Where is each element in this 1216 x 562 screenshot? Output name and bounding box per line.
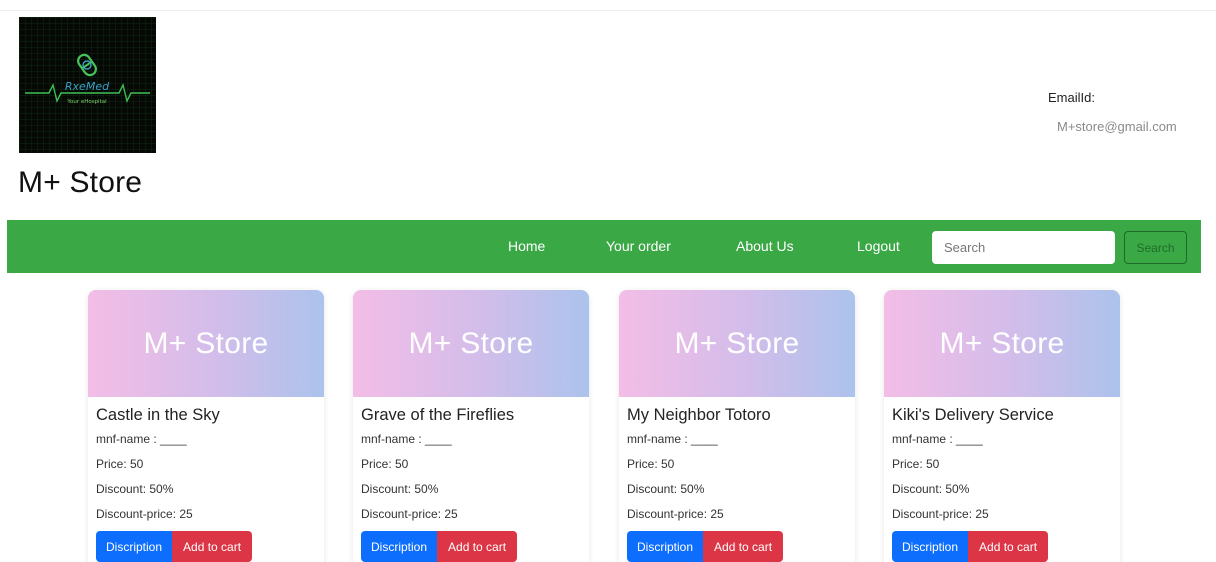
product-card: M+ Store Kiki's Delivery Service mnf-nam…: [884, 290, 1120, 562]
add-to-cart-button[interactable]: Add to cart: [703, 531, 784, 562]
card-actions: Discription Add to cart: [627, 531, 847, 562]
email-value: M+store@gmail.com: [1057, 119, 1177, 134]
card-actions: Discription Add to cart: [361, 531, 581, 562]
card-mnf-name: mnf-name : ____: [96, 432, 187, 446]
rxemed-logo: RxeMed Your eHospital: [19, 17, 156, 153]
main-navbar: Home Your order About Us Logout Search: [7, 220, 1201, 273]
card-banner: M+ Store: [88, 290, 324, 397]
card-banner: M+ Store: [884, 290, 1120, 397]
product-card: M+ Store Grave of the Fireflies mnf-name…: [353, 290, 589, 562]
product-card: M+ Store Castle in the Sky mnf-name : __…: [88, 290, 324, 562]
description-button[interactable]: Discription: [627, 531, 704, 562]
search-input[interactable]: [932, 231, 1115, 264]
card-discount-price: Discount-price: 25: [627, 507, 724, 521]
card-actions: Discription Add to cart: [892, 531, 1112, 562]
card-banner: M+ Store: [353, 290, 589, 397]
card-mnf-name: mnf-name : ____: [361, 432, 452, 446]
add-to-cart-button[interactable]: Add to cart: [968, 531, 1049, 562]
nav-your-order-link[interactable]: Your order: [606, 238, 671, 254]
card-price: Price: 50: [627, 457, 675, 471]
card-mnf-name: mnf-name : ____: [627, 432, 718, 446]
nav-about-us-link[interactable]: About Us: [736, 238, 794, 254]
card-title: Kiki's Delivery Service: [892, 406, 1054, 424]
description-button[interactable]: Discription: [361, 531, 438, 562]
card-discount: Discount: 50%: [892, 482, 970, 496]
card-title: Grave of the Fireflies: [361, 406, 515, 424]
nav-home-link[interactable]: Home: [508, 238, 545, 254]
svg-text:Your eHospital: Your eHospital: [66, 99, 107, 105]
card-banner-text: M+ Store: [674, 326, 800, 360]
card-banner-text: M+ Store: [143, 326, 269, 360]
search-button[interactable]: Search: [1124, 231, 1187, 264]
card-title: Castle in the Sky: [96, 406, 220, 424]
svg-text:RxeMed: RxeMed: [65, 80, 110, 93]
card-discount: Discount: 50%: [627, 482, 705, 496]
add-to-cart-button[interactable]: Add to cart: [437, 531, 518, 562]
card-price: Price: 50: [96, 457, 144, 471]
card-discount-price: Discount-price: 25: [96, 507, 193, 521]
card-banner-text: M+ Store: [408, 326, 534, 360]
card-discount-price: Discount-price: 25: [361, 507, 458, 521]
description-button[interactable]: Discription: [892, 531, 969, 562]
card-banner: M+ Store: [619, 290, 855, 397]
nav-logout-link[interactable]: Logout: [857, 238, 900, 254]
store-title: M+ Store: [18, 166, 143, 199]
email-label: EmailId:: [1048, 90, 1095, 105]
add-to-cart-button[interactable]: Add to cart: [172, 531, 253, 562]
card-actions: Discription Add to cart: [96, 531, 316, 562]
card-discount: Discount: 50%: [96, 482, 174, 496]
card-price: Price: 50: [361, 457, 409, 471]
card-mnf-name: mnf-name : ____: [892, 432, 983, 446]
card-title: My Neighbor Totoro: [627, 406, 771, 424]
card-discount-price: Discount-price: 25: [892, 507, 989, 521]
top-divider: [0, 10, 1216, 11]
description-button[interactable]: Discription: [96, 531, 173, 562]
product-card: M+ Store My Neighbor Totoro mnf-name : _…: [619, 290, 855, 562]
card-banner-text: M+ Store: [939, 326, 1065, 360]
card-price: Price: 50: [892, 457, 940, 471]
card-discount: Discount: 50%: [361, 482, 439, 496]
